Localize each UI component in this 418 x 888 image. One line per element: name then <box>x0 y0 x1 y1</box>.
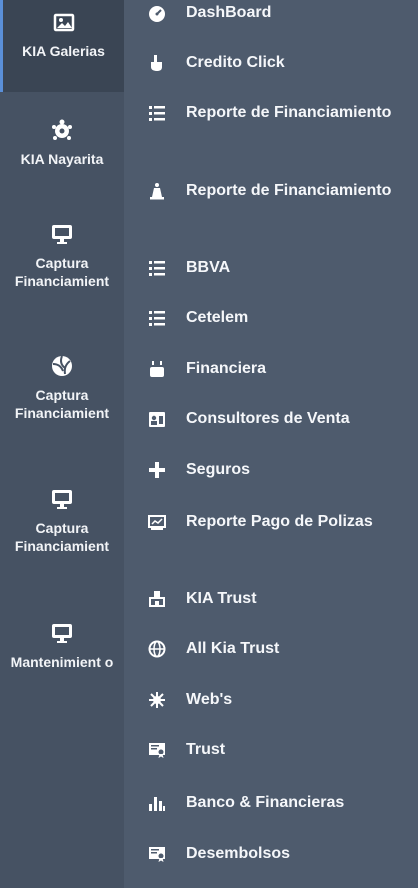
menu-item-seguros[interactable]: Seguros <box>124 457 418 482</box>
menu-item-reporte-pago-polizas[interactable]: Reporte Pago de Polizas <box>124 509 418 561</box>
menu-item-trust[interactable]: Trust <box>124 737 418 762</box>
left-nav-label: Captura Financiamient <box>14 255 110 289</box>
menu-item-label: Seguros <box>186 461 251 478</box>
dashboard-icon <box>148 4 166 22</box>
chart-box-icon <box>148 513 166 531</box>
submenu-panel: DashBoard Credito Click Reporte de Finan… <box>124 0 418 888</box>
menu-item-reporte-financiamiento-1[interactable]: Reporte de Financiamiento <box>124 100 418 152</box>
plus-icon <box>148 461 166 479</box>
certificate-icon <box>148 845 166 863</box>
left-nav-item-kia-nayarita[interactable]: KIA Nayarita <box>0 118 124 168</box>
image-icon <box>52 10 76 34</box>
left-sidebar: KIA Galerias KIA Nayarita Captura Financ… <box>0 0 124 888</box>
menu-item-financiera[interactable]: Financiera <box>124 356 418 381</box>
menu-item-webs[interactable]: Web's <box>124 687 418 712</box>
virus-icon <box>148 691 166 709</box>
left-nav-label: Mantenimient o <box>10 654 114 670</box>
menu-item-label: Reporte Pago de Polizas <box>186 513 373 530</box>
left-nav-item-captura-1[interactable]: Captura Financiamient <box>0 222 124 290</box>
left-nav-item-captura-2[interactable]: Captura Financiamient <box>0 354 124 422</box>
menu-item-label: BBVA <box>186 259 231 276</box>
monitor-icon <box>50 222 74 246</box>
id-card-icon <box>148 410 166 428</box>
menu-item-credito-click[interactable]: Credito Click <box>124 50 418 75</box>
menu-item-bbva[interactable]: BBVA <box>124 255 418 280</box>
menu-item-desembolsos[interactable]: Desembolsos <box>124 841 418 866</box>
menu-item-label: Desembolsos <box>186 845 291 862</box>
turtle-icon <box>50 118 74 142</box>
menu-item-label: All Kia Trust <box>186 640 280 657</box>
monitor-icon <box>50 621 74 645</box>
list-icon <box>148 309 166 327</box>
cake-icon <box>148 360 166 378</box>
menu-item-reporte-financiamiento-2[interactable]: Reporte de Financiamiento <box>124 178 418 230</box>
menu-item-label: Financiera <box>186 360 267 377</box>
menu-item-banco-financieras[interactable]: Banco & Financieras <box>124 790 418 815</box>
left-nav-label: Captura Financiamient <box>14 387 110 421</box>
menu-item-consultores-de-venta[interactable]: Consultores de Venta <box>124 406 418 431</box>
menu-item-label: Cetelem <box>186 309 249 326</box>
certificate-icon <box>148 741 166 759</box>
menu-item-label: KIA Trust <box>186 590 257 607</box>
menu-item-label: Web's <box>186 691 233 708</box>
chess-icon <box>148 182 166 200</box>
pointer-icon <box>148 54 166 72</box>
menu-item-label: Credito Click <box>186 54 285 71</box>
volleyball-icon <box>50 354 74 378</box>
bar-chart-icon <box>148 794 166 812</box>
left-nav-item-mantenimiento[interactable]: Mantenimient o <box>0 621 124 671</box>
menu-item-all-kia-trust[interactable]: All Kia Trust <box>124 636 418 661</box>
menu-item-dashboard[interactable]: DashBoard <box>124 0 418 25</box>
building-icon <box>148 590 166 608</box>
list-icon <box>148 104 166 122</box>
left-nav-item-kia-galerias[interactable]: KIA Galerias <box>0 0 124 92</box>
app-shell: KIA Galerias KIA Nayarita Captura Financ… <box>0 0 418 888</box>
menu-item-label: Banco & Financieras <box>186 794 345 811</box>
menu-item-label: Trust <box>186 741 226 758</box>
left-nav-label: KIA Nayarita <box>20 151 104 167</box>
left-nav-label: KIA Galerias <box>22 43 105 59</box>
globe-icon <box>148 640 166 658</box>
menu-item-label: Reporte de Financiamiento <box>186 104 392 121</box>
menu-item-label: DashBoard <box>186 4 272 21</box>
left-nav-item-captura-3[interactable]: Captura Financiamient <box>0 487 124 555</box>
monitor-icon <box>50 487 74 511</box>
menu-item-label: Reporte de Financiamiento <box>186 182 392 199</box>
list-icon <box>148 259 166 277</box>
menu-item-cetelem[interactable]: Cetelem <box>124 305 418 330</box>
menu-item-kia-trust[interactable]: KIA Trust <box>124 586 418 611</box>
menu-item-label: Consultores de Venta <box>186 410 350 427</box>
left-nav-label: Captura Financiamient <box>14 520 110 554</box>
